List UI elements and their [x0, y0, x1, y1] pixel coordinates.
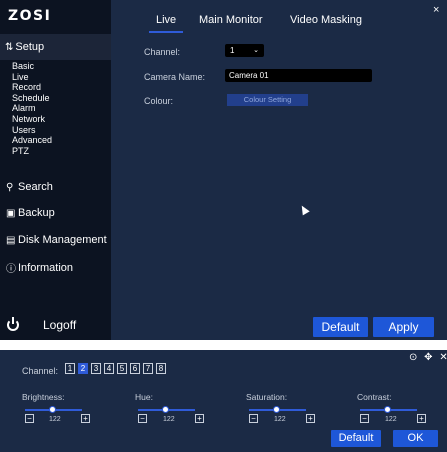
tab-live[interactable]: Live	[148, 14, 184, 33]
brightness-label: Brightness:	[22, 392, 65, 402]
channel-button-1[interactable]: 1	[65, 363, 75, 374]
hue-slider[interactable]	[138, 406, 195, 413]
camera-name-label: Camera Name:	[144, 72, 206, 82]
disk-icon: ▤	[6, 234, 16, 246]
zosi-logo: ZOSI	[8, 8, 52, 24]
setup-submenu: Basic Live Record Schedule Alarm Network…	[12, 61, 52, 156]
panel-window-icons[interactable]: ⊙ ✥ ✕	[409, 352, 447, 363]
saturation-minus-button[interactable]: −	[249, 414, 258, 423]
hue-minus-button[interactable]: −	[138, 414, 147, 423]
contrast-label: Contrast:	[357, 392, 392, 402]
sidebar-item-setup[interactable]: ⇅ Setup	[0, 34, 111, 60]
brightness-value: 122	[49, 416, 61, 423]
sidebar-item-label: Search	[18, 181, 53, 193]
panel-default-button[interactable]: Default	[331, 430, 381, 447]
apply-button[interactable]: Apply	[373, 317, 434, 337]
slider-knob[interactable]	[272, 406, 280, 413]
submenu-item-live[interactable]: Live	[12, 72, 52, 83]
power-icon	[7, 317, 19, 331]
panel-channel-label: Channel:	[22, 366, 59, 376]
submenu-item-record[interactable]: Record	[12, 82, 52, 93]
sidebar-item-label: Information	[18, 261, 74, 274]
sidebar-item-label: Backup	[18, 207, 55, 219]
hue-label: Hue:	[135, 392, 153, 402]
submenu-item-users[interactable]: Users	[12, 125, 52, 136]
mouse-cursor-icon	[298, 203, 310, 216]
close-icon[interactable]: ×	[433, 4, 439, 16]
colour-setting-button[interactable]: Colour Setting	[227, 94, 308, 106]
default-button[interactable]: Default	[313, 317, 368, 337]
hue-plus-button[interactable]: +	[195, 414, 204, 423]
info-icon: ⓘ	[6, 264, 16, 275]
sidebar-item-information[interactable]: ⓘ Information	[6, 260, 74, 276]
logoff-button[interactable]: Logoff	[7, 317, 77, 332]
contrast-slider[interactable]	[360, 406, 417, 413]
sidebar-item-search[interactable]: ⚲ Search	[6, 181, 53, 193]
channel-button-4[interactable]: 4	[104, 363, 114, 374]
sidebar-item-backup[interactable]: ▣ Backup	[6, 207, 55, 219]
tab-main-monitor[interactable]: Main Monitor	[199, 14, 263, 26]
slider-knob[interactable]	[161, 406, 169, 413]
submenu-item-ptz[interactable]: PTZ	[12, 146, 52, 157]
saturation-slider[interactable]	[249, 406, 306, 413]
contrast-value: 122	[385, 416, 397, 423]
submenu-item-alarm[interactable]: Alarm	[12, 103, 52, 114]
setup-window: ZOSI ⇅ Setup Basic Live Record Schedule …	[0, 0, 447, 340]
brightness-plus-button[interactable]: +	[81, 414, 90, 423]
hue-value: 122	[163, 416, 175, 423]
channel-label: Channel:	[144, 47, 181, 57]
colour-label: Colour:	[144, 96, 174, 106]
image-adjust-panel: Channel: 1 2 3 4 5 6 7 8 ⊙ ✥ ✕ Brightnes…	[0, 350, 447, 452]
channel-select[interactable]: 1 ⌄	[225, 44, 264, 57]
submenu-item-schedule[interactable]: Schedule	[12, 93, 52, 104]
sidebar-item-disk-management[interactable]: ▤ Disk Management	[6, 234, 107, 246]
tab-video-masking[interactable]: Video Masking	[290, 14, 362, 26]
channel-button-3[interactable]: 3	[91, 363, 101, 374]
setup-icon: ⇅	[5, 41, 14, 53]
slider-knob[interactable]	[48, 406, 56, 413]
saturation-plus-button[interactable]: +	[306, 414, 315, 423]
submenu-item-advanced[interactable]: Advanced	[12, 135, 52, 146]
logoff-label: Logoff	[43, 318, 77, 332]
saturation-value: 122	[274, 416, 286, 423]
submenu-item-network[interactable]: Network	[12, 114, 52, 125]
backup-icon: ▣	[6, 207, 16, 219]
sidebar-item-label: Disk Management	[18, 234, 107, 246]
slider-knob[interactable]	[383, 406, 391, 413]
channel-button-6[interactable]: 6	[130, 363, 140, 374]
contrast-minus-button[interactable]: −	[360, 414, 369, 423]
brightness-minus-button[interactable]: −	[25, 414, 34, 423]
sidebar: ZOSI ⇅ Setup Basic Live Record Schedule …	[0, 0, 111, 340]
channel-button-2[interactable]: 2	[78, 363, 88, 374]
channel-select-value: 1	[230, 46, 235, 55]
search-icon: ⚲	[6, 181, 14, 193]
brightness-slider[interactable]	[25, 406, 82, 413]
contrast-plus-button[interactable]: +	[417, 414, 426, 423]
channel-button-8[interactable]: 8	[156, 363, 166, 374]
saturation-label: Saturation:	[246, 392, 288, 402]
submenu-item-basic[interactable]: Basic	[12, 61, 52, 72]
ok-button[interactable]: OK	[393, 430, 438, 447]
sidebar-item-label: Setup	[15, 41, 45, 53]
channel-button-5[interactable]: 5	[117, 363, 127, 374]
camera-name-field[interactable]: Camera 01	[225, 69, 372, 82]
chevron-down-icon: ⌄	[253, 47, 259, 54]
channel-button-7[interactable]: 7	[143, 363, 153, 374]
